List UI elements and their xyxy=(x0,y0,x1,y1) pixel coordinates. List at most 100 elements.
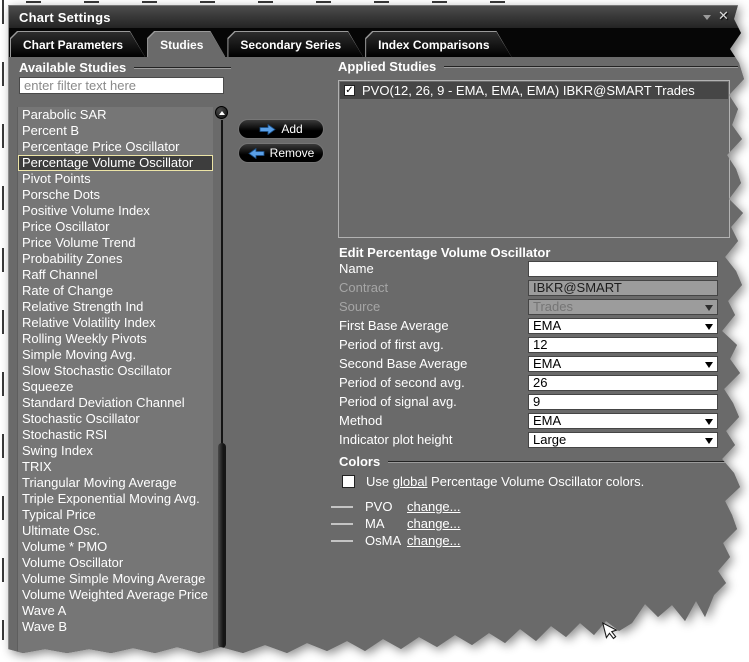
field-input[interactable]: IBKR@SMART xyxy=(528,280,718,296)
study-editor: Edit Percentage Volume Oscillator Name C… xyxy=(339,245,718,451)
study-list-item[interactable]: Typical Price xyxy=(18,507,213,523)
study-list-item[interactable]: Relative Volatility Index xyxy=(18,315,213,331)
study-list-item[interactable]: Percent B xyxy=(18,123,213,139)
study-list-item[interactable]: Probability Zones xyxy=(18,251,213,267)
study-list-item[interactable]: Parabolic SAR xyxy=(18,107,213,123)
global-link[interactable]: global xyxy=(393,474,428,489)
window-shadow: Chart Settings ✕ Chart Parameters Studie… xyxy=(8,5,745,655)
study-list-item[interactable]: Stochastic RSI xyxy=(18,427,213,443)
study-list-item[interactable]: Porsche Dots xyxy=(18,187,213,203)
color-rows: PVO change... MA change... OsMA change..… xyxy=(331,498,571,549)
editor-title: Edit Percentage Volume Oscillator xyxy=(339,245,718,261)
study-list-item[interactable]: Ultimate Osc. xyxy=(18,523,213,539)
applied-studies-header: Applied Studies xyxy=(338,59,738,74)
study-list-item[interactable]: Wave A xyxy=(18,603,213,619)
field-input[interactable]: 26 xyxy=(528,375,718,391)
color-row: PVO change... xyxy=(331,498,571,515)
change-color-link[interactable]: change... xyxy=(407,499,461,514)
study-list-item[interactable]: Rolling Weekly Pivots xyxy=(18,331,213,347)
triangle-up-icon xyxy=(219,108,225,115)
use-global-colors-row: Use global Percentage Volume Oscillator … xyxy=(342,474,644,489)
study-filter-input[interactable] xyxy=(19,77,224,94)
field-label: Period of first avg. xyxy=(339,337,528,353)
field-label: Contract xyxy=(339,280,528,296)
study-list-item[interactable]: Wave B xyxy=(18,619,213,635)
tab[interactable]: Secondary Series xyxy=(227,31,363,57)
form-row: First Base Average EMA xyxy=(339,318,718,334)
dropdown-arrow-icon xyxy=(705,438,713,448)
arrow-right-icon xyxy=(259,124,276,135)
applied-study-checkbox[interactable] xyxy=(344,85,355,96)
study-list-item[interactable]: TRIX xyxy=(18,459,213,475)
tab[interactable]: Chart Parameters xyxy=(10,31,145,57)
color-label: PVO xyxy=(365,499,407,514)
study-list-item[interactable]: Raff Channel xyxy=(18,267,213,283)
torn-edge-dashes-left xyxy=(2,0,4,640)
field-input[interactable]: 12 xyxy=(528,337,718,353)
tab-label: Chart Parameters xyxy=(23,38,123,52)
close-icon[interactable]: ✕ xyxy=(718,8,729,24)
use-global-checkbox[interactable] xyxy=(342,475,355,488)
header-rule xyxy=(388,461,730,463)
field-label: Name xyxy=(339,261,528,277)
study-list-item[interactable]: Percentage Price Oscillator xyxy=(18,139,213,155)
applied-studies-list[interactable]: PVO(12, 26, 9 - EMA, EMA, EMA) IBKR@SMAR… xyxy=(338,80,730,238)
study-list-item[interactable]: Rate of Change xyxy=(18,283,213,299)
color-swatch xyxy=(331,523,353,525)
tab-label: Index Comparisons xyxy=(378,38,489,52)
field-input[interactable]: Large xyxy=(528,432,718,448)
study-list-item[interactable]: Positive Volume Index xyxy=(18,203,213,219)
remove-button[interactable]: Remove xyxy=(238,143,324,163)
field-input[interactable] xyxy=(528,261,718,277)
study-list-item[interactable]: Simple Moving Avg. xyxy=(18,347,213,363)
study-list-item[interactable]: Percentage Volume Oscillator xyxy=(18,155,213,171)
study-list-item[interactable]: Squeeze xyxy=(18,379,213,395)
study-list-item[interactable]: Volume Simple Moving Average xyxy=(18,571,213,587)
color-swatch xyxy=(331,506,353,508)
applied-study-row[interactable]: PVO(12, 26, 9 - EMA, EMA, EMA) IBKR@SMAR… xyxy=(340,82,728,99)
study-list-item[interactable]: Standard Deviation Channel xyxy=(18,395,213,411)
study-list-item[interactable]: Slow Stochastic Oscillator xyxy=(18,363,213,379)
form-row: Second Base Average EMA xyxy=(339,356,718,372)
study-list-item[interactable]: Stochastic Oscillator xyxy=(18,411,213,427)
list-scrollbar[interactable] xyxy=(214,106,229,657)
title-bar[interactable]: Chart Settings ✕ xyxy=(9,6,745,28)
chart-settings-window: Chart Settings ✕ Chart Parameters Studie… xyxy=(8,5,745,655)
study-list-item[interactable]: Price Volume Trend xyxy=(18,235,213,251)
tab[interactable]: Index Comparisons xyxy=(365,31,511,57)
add-button[interactable]: Add xyxy=(238,119,324,139)
field-input[interactable]: EMA xyxy=(528,413,718,429)
study-list-item[interactable]: Pivot Points xyxy=(18,171,213,187)
study-list-item[interactable]: Price Oscillator xyxy=(18,219,213,235)
study-list-item[interactable]: Volume Weighted Average Price xyxy=(18,587,213,603)
form-row: Period of signal avg. 9 xyxy=(339,394,718,410)
field-input[interactable]: EMA xyxy=(528,318,718,334)
tab-label: Secondary Series xyxy=(240,38,341,52)
field-input[interactable]: 9 xyxy=(528,394,718,410)
available-studies-header: Available Studies xyxy=(19,60,231,75)
study-list-item[interactable]: Swing Index xyxy=(18,443,213,459)
field-label: Period of second avg. xyxy=(339,375,528,391)
change-color-link[interactable]: change... xyxy=(407,516,461,531)
study-list-item[interactable]: Relative Strength Ind xyxy=(18,299,213,315)
editor-fields: Name Contract IBKR@SMART xyxy=(339,261,718,448)
field-label: Source xyxy=(339,299,528,315)
study-list-item[interactable]: Triangular Moving Average xyxy=(18,475,213,491)
study-list-item[interactable]: Volume * PMO xyxy=(18,539,213,555)
available-studies-list[interactable]: Parabolic SAR Percent B Percentage Price… xyxy=(17,107,213,656)
field-input[interactable]: Trades xyxy=(528,299,718,315)
studies-panel: Available Studies Parabolic SAR Percent … xyxy=(9,57,745,656)
tab-label: Studies xyxy=(160,38,203,52)
scroll-up-button[interactable] xyxy=(215,106,228,119)
scrollbar-thumb[interactable] xyxy=(218,443,226,648)
study-list-item[interactable]: Triple Exponential Moving Avg. xyxy=(18,491,213,507)
change-color-link[interactable]: change... xyxy=(407,533,461,548)
field-input[interactable]: EMA xyxy=(528,356,718,372)
study-list-item[interactable]: Volume Oscillator xyxy=(18,555,213,571)
field-label: Period of signal avg. xyxy=(339,394,528,410)
header-rule xyxy=(134,67,231,69)
chevron-down-icon[interactable] xyxy=(703,15,711,24)
form-row: Method EMA xyxy=(339,413,718,429)
tab[interactable]: Studies xyxy=(147,31,225,57)
form-row: Period of first avg. 12 xyxy=(339,337,718,353)
